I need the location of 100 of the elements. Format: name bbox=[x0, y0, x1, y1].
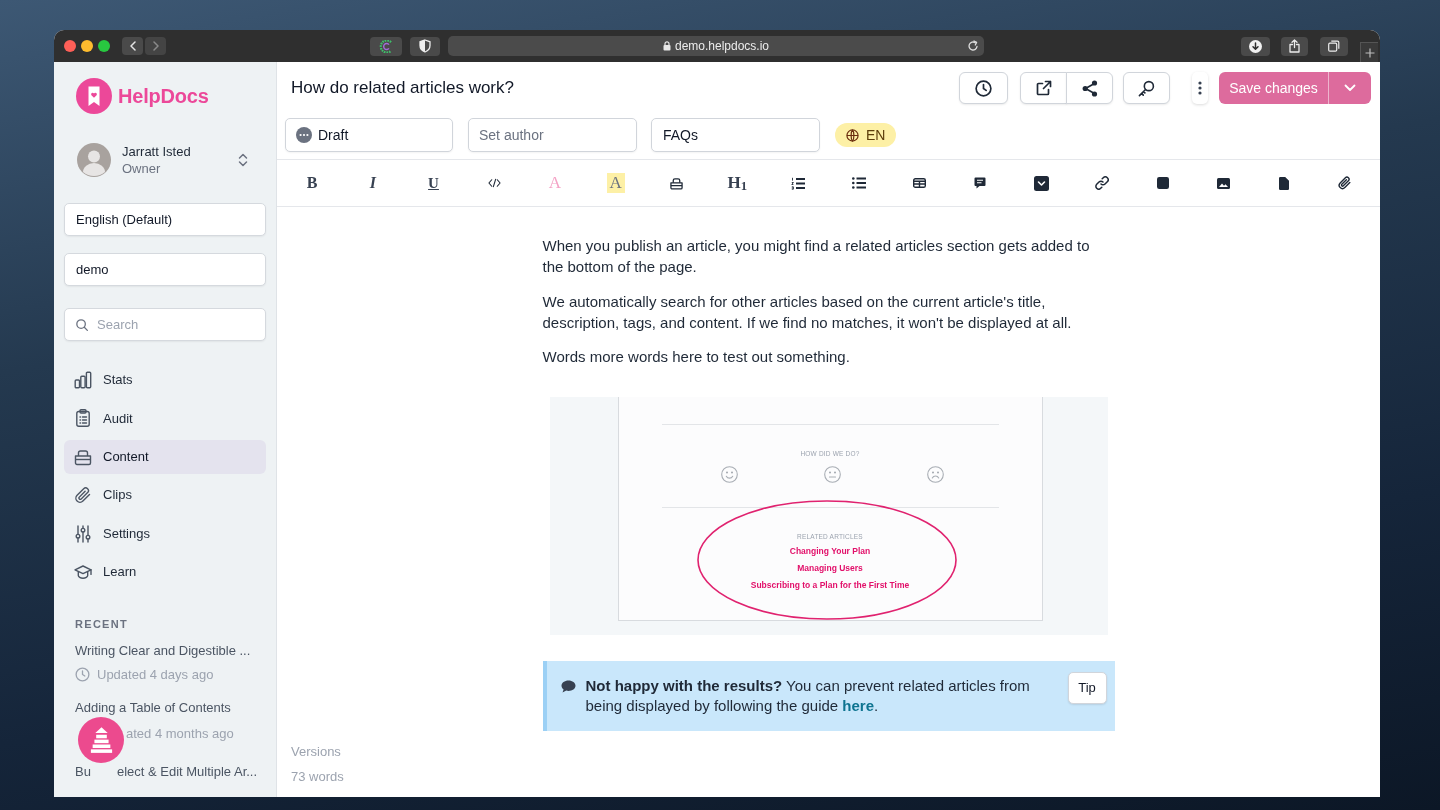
share-page-button[interactable] bbox=[1281, 36, 1308, 56]
permissions-button[interactable] bbox=[1123, 72, 1170, 104]
url-text: demo.helpdocs.io bbox=[674, 39, 770, 53]
paperclip-icon bbox=[1338, 176, 1352, 190]
brand-name: HelpDocs bbox=[118, 84, 209, 109]
file-icon bbox=[1279, 176, 1289, 190]
address-bar[interactable]: demo.helpdocs.io bbox=[448, 36, 984, 56]
shield-icon bbox=[419, 39, 431, 53]
comment-icon bbox=[974, 177, 987, 189]
user-avatar-icon bbox=[77, 143, 111, 177]
user-name: Jarratt Isted bbox=[122, 143, 191, 160]
article-title: How do related articles work? bbox=[291, 77, 514, 100]
neutral-face-icon bbox=[823, 465, 841, 483]
search-icon bbox=[76, 318, 88, 331]
recent-article-link[interactable]: elect & Edit Multiple Ar... bbox=[116, 763, 258, 780]
clock-icon bbox=[975, 79, 992, 97]
lock-icon bbox=[662, 41, 671, 51]
smiley-icon bbox=[720, 465, 738, 483]
table-icon bbox=[913, 178, 926, 188]
history-button[interactable] bbox=[959, 72, 1008, 104]
word-count: 73 words bbox=[291, 767, 344, 786]
site-select[interactable]: demo bbox=[64, 253, 266, 286]
back-button[interactable] bbox=[122, 37, 143, 55]
related-article-title: Changing Your Plan bbox=[789, 545, 871, 558]
recent-article-link[interactable]: Writing Clear and Digestible ... bbox=[75, 642, 251, 659]
globe-icon bbox=[846, 128, 859, 142]
body-paragraph: Words more words here to test out something. bbox=[542, 347, 851, 367]
square-icon bbox=[1156, 177, 1169, 189]
comment-icon bbox=[560, 679, 576, 693]
bold-button[interactable]: B bbox=[292, 168, 332, 198]
status-select[interactable]: Draft bbox=[285, 118, 453, 152]
extension-button[interactable] bbox=[370, 36, 402, 56]
bullet-list-icon bbox=[851, 177, 866, 189]
callout-type-button[interactable]: Tip bbox=[1067, 671, 1107, 704]
heading-button[interactable]: H$_{1}$ bbox=[717, 168, 758, 198]
chevron-left-icon bbox=[129, 41, 136, 51]
chevron-square-icon bbox=[1033, 175, 1049, 191]
updated-time: Updated 4 days ago bbox=[97, 666, 214, 683]
tabs-button[interactable] bbox=[1320, 36, 1348, 56]
graduation-cap-icon bbox=[74, 562, 92, 581]
close-window-button[interactable] bbox=[64, 40, 76, 52]
share-button[interactable] bbox=[1066, 72, 1113, 104]
dots-circle-icon bbox=[296, 127, 312, 143]
nav-item[interactable]: Content bbox=[64, 439, 266, 474]
tower-icon bbox=[89, 726, 113, 754]
tabs-icon bbox=[1328, 40, 1340, 52]
key-icon bbox=[1138, 79, 1155, 97]
reload-icon[interactable] bbox=[967, 40, 979, 52]
chevron-down-icon bbox=[1344, 84, 1356, 92]
highlight-button[interactable]: A bbox=[595, 168, 636, 198]
more-button[interactable] bbox=[1192, 72, 1208, 104]
related-article-title: Subscribing to a Plan for the First Time bbox=[750, 579, 910, 592]
sliders-icon bbox=[74, 524, 92, 543]
language-badge[interactable]: EN bbox=[835, 123, 897, 147]
nav-item[interactable]: Learn bbox=[64, 554, 266, 589]
related-article-title: Managing Users bbox=[797, 562, 863, 575]
help-launcher-button[interactable] bbox=[78, 717, 124, 763]
code-icon bbox=[487, 178, 501, 188]
link-icon bbox=[1094, 176, 1109, 190]
privacy-button[interactable] bbox=[410, 36, 440, 56]
forward-button[interactable] bbox=[145, 37, 166, 55]
section-heading: RECENT bbox=[75, 616, 129, 631]
kebab-icon bbox=[1198, 81, 1202, 95]
numbered-list-icon bbox=[791, 176, 805, 190]
bar-chart-icon bbox=[74, 371, 92, 389]
recent-article-link[interactable]: Adding a Table of Contents bbox=[75, 699, 231, 716]
nav-item[interactable]: Audit bbox=[64, 401, 266, 436]
new-tab-button[interactable] bbox=[1360, 42, 1378, 62]
chevron-updown-icon[interactable] bbox=[238, 153, 248, 167]
user-role: Owner bbox=[122, 160, 162, 177]
nav-item[interactable]: Clips bbox=[64, 478, 266, 513]
downloads-button[interactable] bbox=[1241, 36, 1270, 56]
chevron-right-icon bbox=[152, 41, 159, 51]
share-icon bbox=[1289, 39, 1300, 53]
callout-text: Not happy with the results? You can prevent related articles from being displayed by following the guide here. bbox=[585, 675, 1031, 716]
italic-button[interactable]: I bbox=[352, 168, 393, 198]
extension-icon bbox=[379, 39, 393, 53]
underline-button[interactable]: U bbox=[413, 168, 454, 198]
plus-icon bbox=[1364, 47, 1375, 58]
language-select[interactable]: English (Default) bbox=[64, 203, 266, 236]
author-field[interactable]: Set author bbox=[468, 118, 637, 152]
nav-item[interactable]: Settings bbox=[64, 516, 266, 551]
clipboard-icon bbox=[74, 409, 92, 428]
body-paragraph: We automatically search for other articles based on the current article's title, description, tags, and content. If we find no matches, it won't be displayed at all. bbox=[542, 291, 1073, 333]
nav-item[interactable]: Stats bbox=[64, 363, 266, 397]
download-icon bbox=[1249, 39, 1262, 53]
open-preview-button[interactable] bbox=[1020, 72, 1067, 104]
search-field[interactable]: Search bbox=[64, 308, 266, 341]
external-link-icon bbox=[1035, 80, 1052, 96]
minimize-window-button[interactable] bbox=[81, 40, 93, 52]
body-paragraph: When you publish an article, you might find a related articles section gets added to the bottom of the page. bbox=[542, 236, 1091, 277]
category-select[interactable]: FAQs bbox=[651, 118, 820, 152]
paperclip-icon bbox=[74, 486, 92, 505]
guide-link[interactable]: here bbox=[842, 696, 875, 714]
recent-article-link[interactable]: Bu bbox=[75, 763, 91, 780]
share-icon bbox=[1081, 79, 1098, 97]
updated-time: ated 4 months ago bbox=[126, 725, 234, 742]
sad-face-icon bbox=[926, 465, 944, 483]
zoom-window-button[interactable] bbox=[98, 40, 110, 52]
image-icon bbox=[1216, 177, 1230, 189]
